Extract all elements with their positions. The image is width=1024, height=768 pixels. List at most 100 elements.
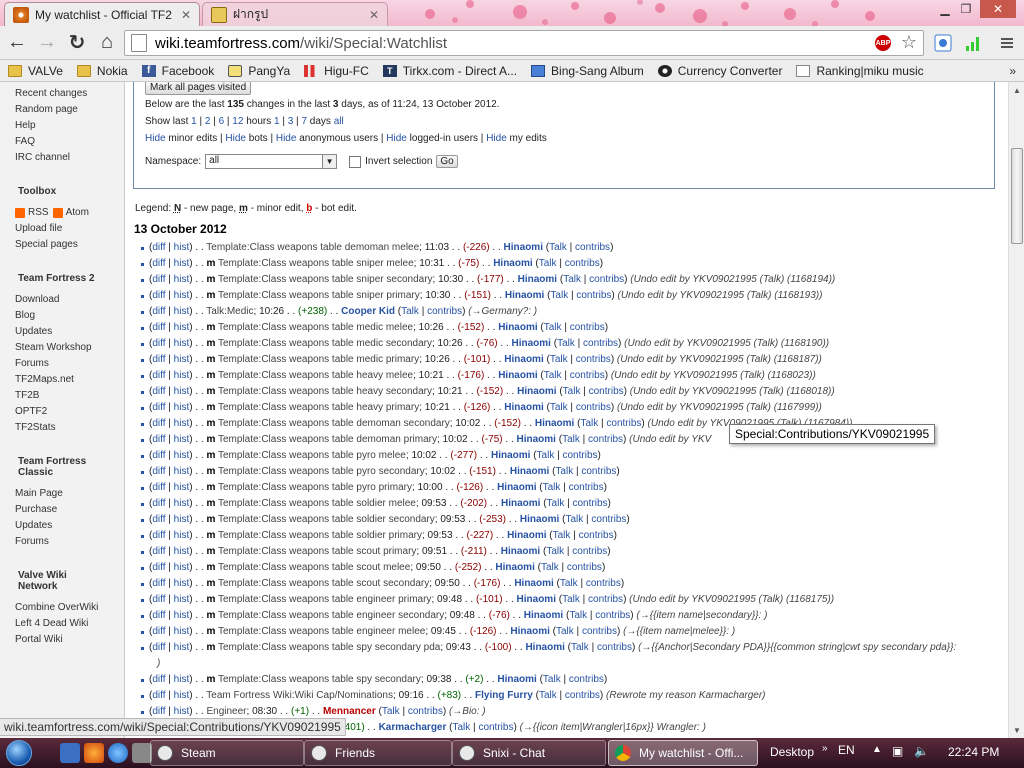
days-1-link[interactable]: 1 (274, 116, 280, 127)
user-link[interactable]: Hinaomi (510, 626, 549, 637)
hist-link[interactable]: hist (174, 242, 190, 253)
clock[interactable]: 22:24 PM (948, 745, 999, 759)
page-link[interactable]: Template:Class weapons table medic melee (218, 322, 413, 333)
user-link[interactable]: Hinaomi (493, 258, 532, 269)
user-link[interactable]: Hinaomi (514, 578, 553, 589)
page-link[interactable]: Template:Class weapons table demoman mel… (206, 242, 419, 253)
diff-link[interactable]: diff (152, 450, 165, 461)
bookmarks-overflow-icon[interactable]: » (1009, 64, 1016, 78)
user-talk-link[interactable]: Talk (569, 610, 587, 621)
page-link[interactable]: Template:Class weapons table heavy secon… (218, 386, 432, 397)
bookmark-currency[interactable]: Currency Converter (657, 64, 782, 78)
user-contribs-link[interactable]: contribs (583, 338, 618, 349)
page-link[interactable]: Template:Class weapons table engineer me… (218, 626, 425, 637)
user-contribs-link[interactable]: contribs (562, 450, 597, 461)
user-link[interactable]: Hinaomi (495, 562, 534, 573)
sidebar-link-updates[interactable]: Updates (15, 324, 124, 340)
bookmark-tirkx[interactable]: T Tirkx.com - Direct A... (382, 64, 517, 78)
diff-link[interactable]: diff (152, 706, 165, 717)
bookmark-bing-sang[interactable]: Bing-Sang Album (531, 64, 644, 78)
hist-link[interactable]: hist (174, 562, 190, 573)
user-talk-link[interactable]: Talk (560, 578, 578, 589)
user-contribs-link[interactable]: contribs (408, 706, 443, 717)
user-contribs-link[interactable]: contribs (478, 722, 513, 733)
days-7-link[interactable]: 7 (301, 116, 307, 127)
user-link[interactable]: Hinaomi (504, 242, 543, 253)
user-link[interactable]: Karmacharger (379, 722, 447, 733)
restore-window-icon[interactable]: ❐ (955, 0, 977, 18)
bookmark-pangya[interactable]: PangYa (228, 64, 290, 78)
volume-icon[interactable]: 🔈 (914, 744, 929, 758)
user-link[interactable]: Hinaomi (497, 482, 536, 493)
diff-link[interactable]: diff (152, 514, 165, 525)
user-talk-link[interactable]: Talk (541, 562, 559, 573)
diff-link[interactable]: diff (152, 562, 165, 573)
user-link[interactable]: Hinaomi (504, 402, 543, 413)
diff-link[interactable]: diff (152, 418, 165, 429)
hours-1-link[interactable]: 1 (191, 116, 197, 127)
user-talk-link[interactable]: Talk (543, 674, 561, 685)
close-tab-icon[interactable]: ✕ (369, 8, 379, 22)
page-link[interactable]: Template:Class weapons table sniper mele… (218, 258, 414, 269)
hist-link[interactable]: hist (174, 642, 190, 653)
sidebar-link-portal-wiki[interactable]: Portal Wiki (15, 632, 124, 648)
user-talk-link[interactable]: Talk (565, 514, 583, 525)
user-contribs-link[interactable]: contribs (569, 674, 604, 685)
user-contribs-link[interactable]: contribs (572, 498, 607, 509)
user-talk-link[interactable]: Talk (546, 546, 564, 557)
user-contribs-link[interactable]: contribs (595, 610, 630, 621)
bookmark-facebook[interactable]: f Facebook (141, 64, 214, 78)
user-link[interactable]: Hinaomi (498, 370, 537, 381)
diff-link[interactable]: diff (152, 402, 165, 413)
page-link[interactable]: Template:Class weapons table pyro second… (218, 466, 425, 477)
user-contribs-link[interactable]: contribs (572, 546, 607, 557)
hist-link[interactable]: hist (174, 290, 190, 301)
sidebar-link-special-pages[interactable]: Special pages (15, 237, 124, 253)
hide-bots-link[interactable]: Hide (225, 133, 246, 144)
hist-link[interactable]: hist (174, 690, 190, 701)
diff-link[interactable]: diff (152, 482, 165, 493)
user-link[interactable]: Hinaomi (501, 546, 540, 557)
user-talk-link[interactable]: Talk (543, 482, 561, 493)
user-contribs-link[interactable]: contribs (569, 482, 604, 493)
hist-link[interactable]: hist (174, 402, 190, 413)
page-link[interactable]: Template:Class weapons table soldier pri… (218, 530, 422, 541)
scroll-down-icon[interactable]: ▼ (1009, 722, 1024, 738)
sidebar-link-random-page[interactable]: Random page (15, 102, 124, 118)
quicklaunch-extra-icon[interactable] (132, 743, 152, 763)
user-link[interactable]: Hinaomi (491, 450, 530, 461)
user-link[interactable]: Hinaomi (517, 434, 556, 445)
hist-link[interactable]: hist (174, 338, 190, 349)
user-contribs-link[interactable]: contribs (606, 418, 641, 429)
user-contribs-link[interactable]: contribs (576, 402, 611, 413)
sidebar-link-combine-overwiki[interactable]: Combine OverWiki (15, 600, 124, 616)
diff-link[interactable]: diff (152, 578, 165, 589)
sidebar-link-upload[interactable]: Upload file (15, 221, 124, 237)
home-icon[interactable]: ⌂ (94, 30, 120, 56)
hist-link[interactable]: hist (174, 578, 190, 589)
sidebar-link-rss[interactable]: RSS (28, 205, 49, 221)
diff-link[interactable]: diff (152, 610, 165, 621)
user-contribs-link[interactable]: contribs (581, 466, 616, 477)
user-contribs-link[interactable]: contribs (576, 290, 611, 301)
hist-link[interactable]: hist (174, 322, 190, 333)
user-talk-link[interactable]: Talk (563, 274, 581, 285)
hist-link[interactable]: hist (174, 706, 190, 717)
user-link[interactable]: Flying Furry (475, 690, 533, 701)
user-talk-link[interactable]: Talk (550, 354, 568, 365)
user-talk-link[interactable]: Talk (562, 594, 580, 605)
taskbar-watchlist[interactable]: My watchlist - Offi... (608, 740, 758, 766)
show-desktop-icon[interactable] (60, 743, 80, 763)
diff-link[interactable]: diff (152, 242, 165, 253)
sidebar-link-optf2[interactable]: OPTF2 (15, 404, 124, 420)
close-tab-icon[interactable]: ✕ (181, 8, 191, 22)
user-link[interactable]: Hinaomi (517, 594, 556, 605)
tray-expand-icon[interactable]: ▲ (872, 744, 882, 755)
user-link[interactable]: Hinaomi (507, 530, 546, 541)
page-link[interactable]: Template:Class weapons table heavy prima… (218, 402, 419, 413)
user-contribs-link[interactable]: contribs (565, 690, 600, 701)
reload-icon[interactable]: ↻ (64, 30, 90, 56)
hist-link[interactable]: hist (174, 626, 190, 637)
user-link[interactable]: Hinaomi (498, 322, 537, 333)
user-contribs-link[interactable]: contribs (589, 386, 624, 397)
